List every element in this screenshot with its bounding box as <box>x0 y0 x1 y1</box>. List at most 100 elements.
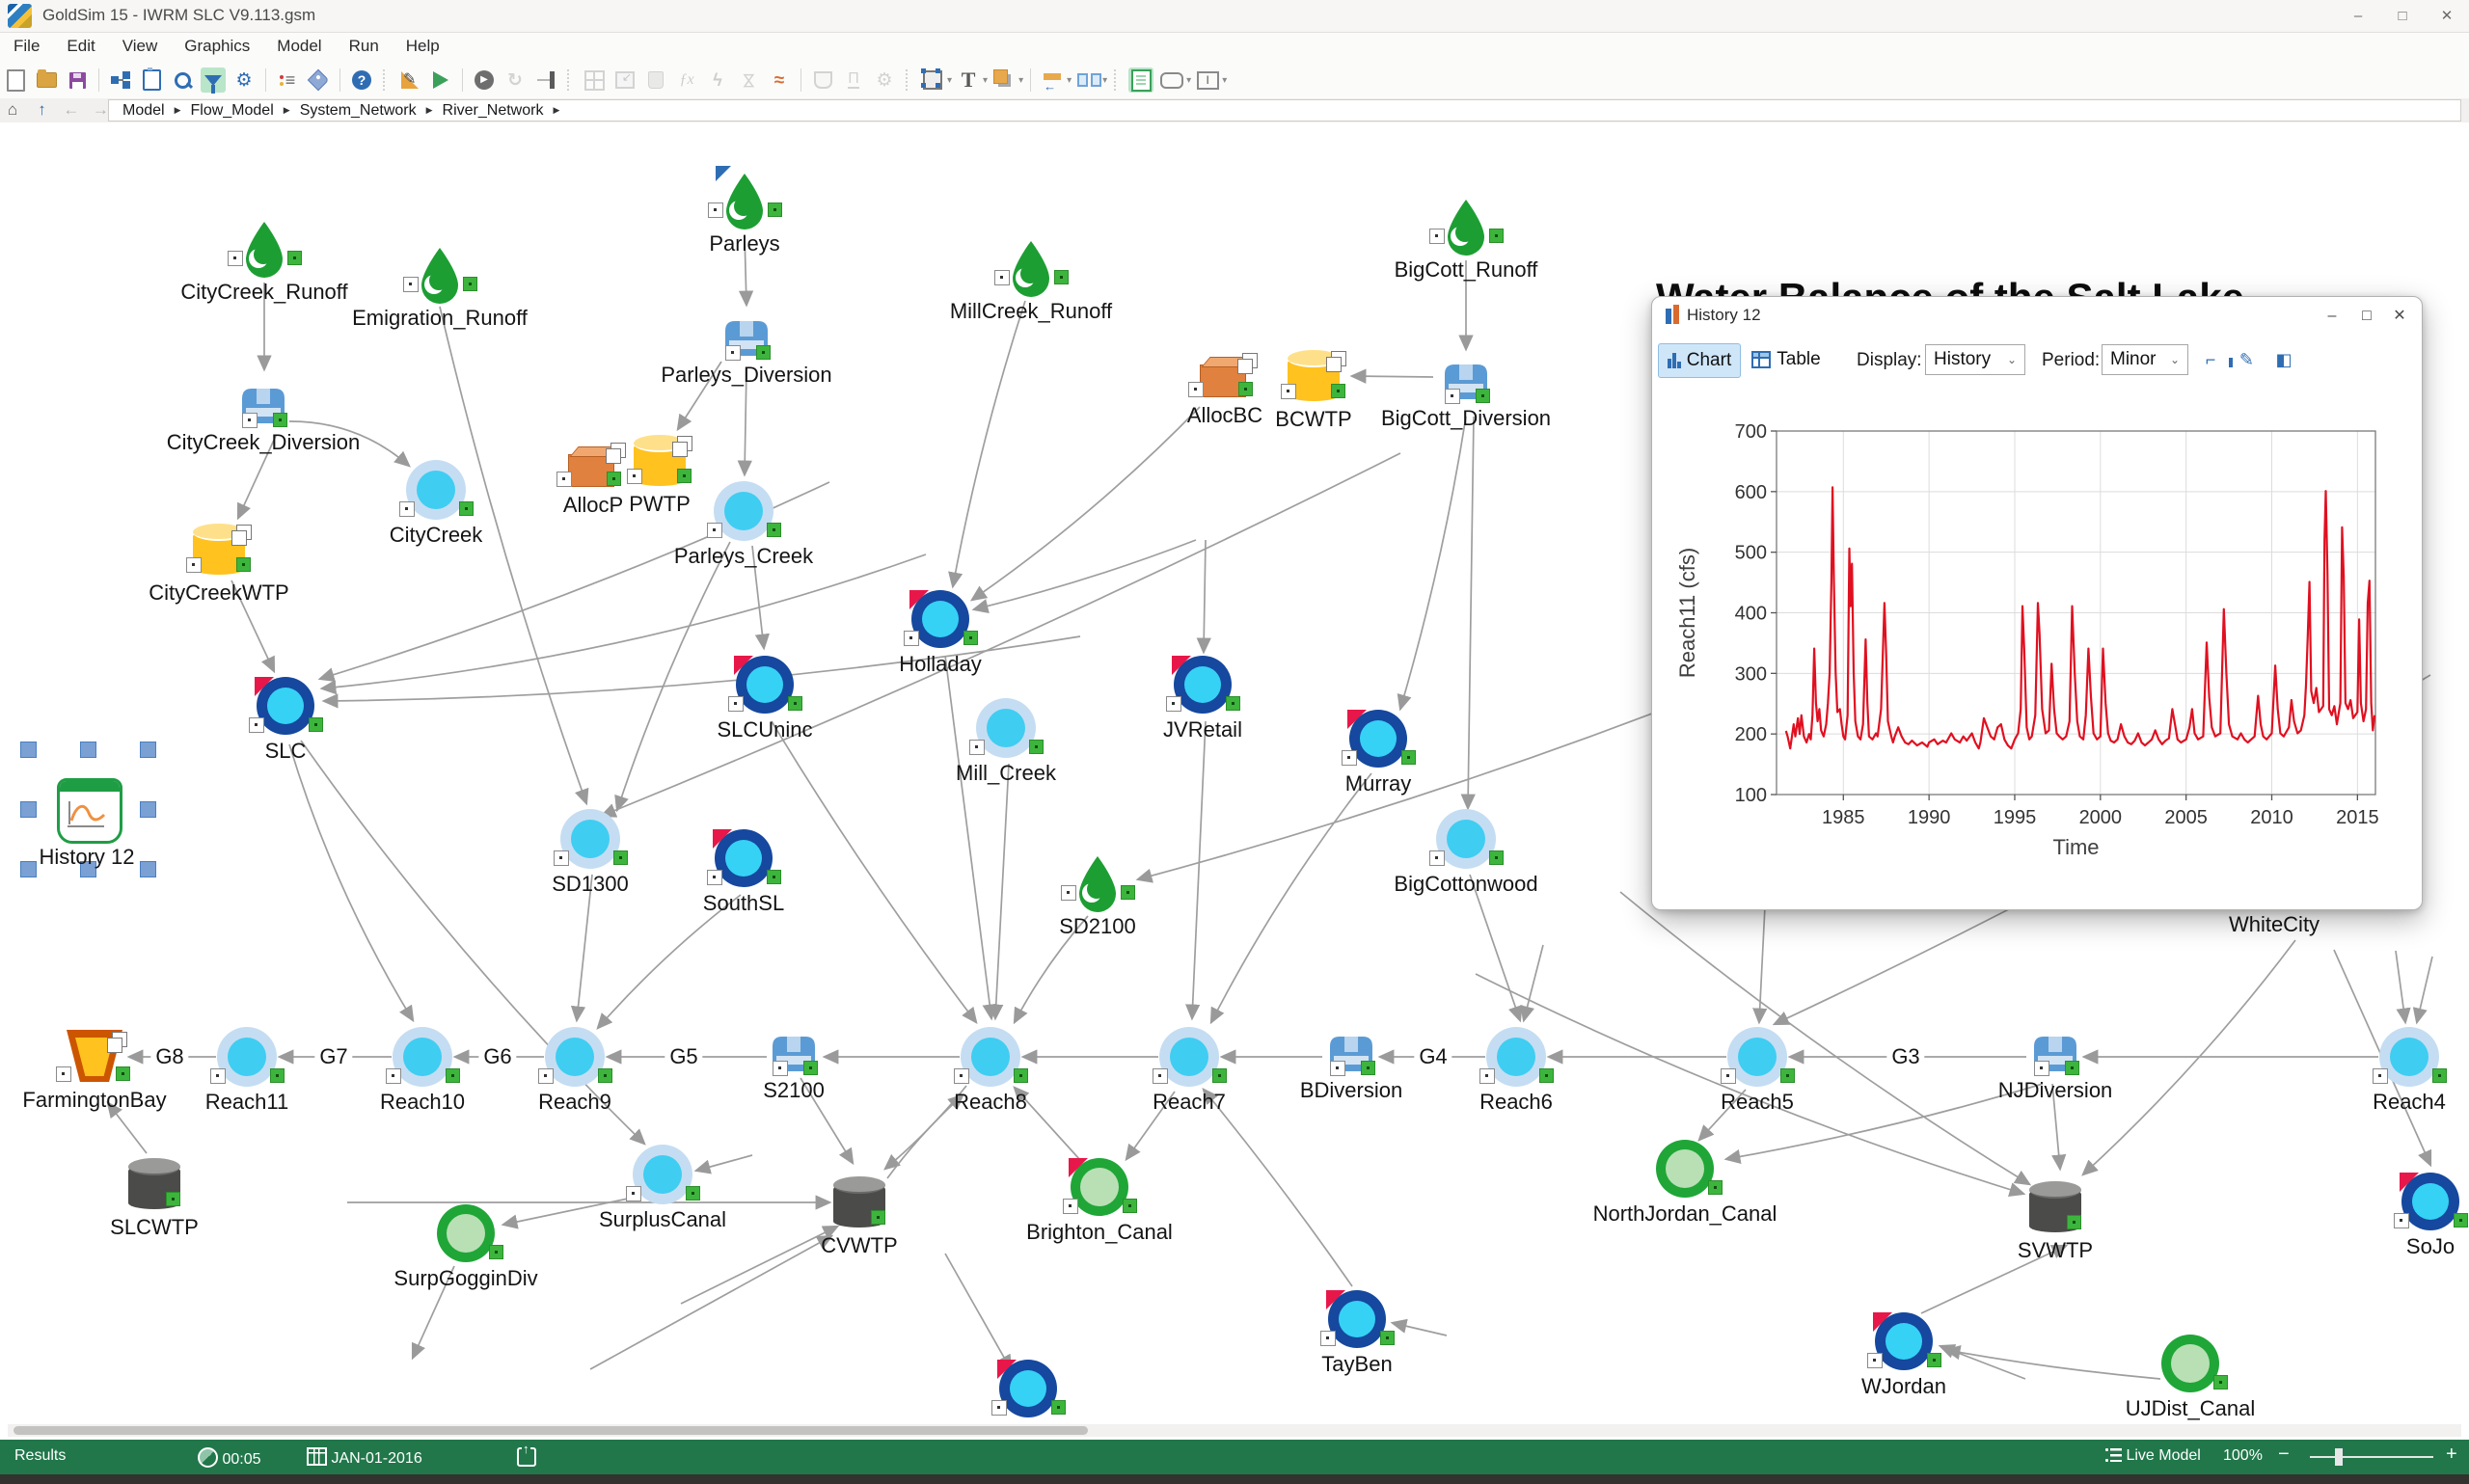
chart-edit-icon[interactable]: ✎ <box>2229 347 2254 372</box>
time-slider[interactable] <box>533 67 558 93</box>
menu-model[interactable]: Model <box>263 33 335 60</box>
up-icon[interactable]: ↑ <box>29 98 54 121</box>
draw-rect-icon[interactable] <box>920 67 945 93</box>
output-port <box>1927 1353 1941 1367</box>
menu-file[interactable]: File <box>0 33 53 60</box>
history12-minimize-button[interactable]: – <box>2316 303 2348 330</box>
new-file-icon[interactable] <box>3 67 28 93</box>
selection-handle[interactable] <box>20 801 37 818</box>
minimize-button[interactable]: – <box>2336 0 2380 32</box>
report-icon[interactable] <box>1128 67 1153 93</box>
back-icon[interactable]: ← <box>59 98 84 121</box>
history12-maximize-button[interactable]: □ <box>2350 303 2383 330</box>
breadcrumb-item-flow_model[interactable]: Flow_Model <box>191 102 274 120</box>
skip-to-end-icon[interactable]: ▶ <box>472 67 497 93</box>
tag-icon[interactable] <box>306 67 331 93</box>
filter-icon[interactable] <box>201 67 226 93</box>
breadcrumb-item-river_network[interactable]: River_Network <box>443 102 544 120</box>
period-select[interactable]: Minor⌄ <box>2102 344 2188 375</box>
node-label-reach9: Reach9 <box>538 1090 611 1115</box>
input-port <box>386 1068 401 1084</box>
dropdown-arrow-icon[interactable]: ▾ <box>1067 75 1072 86</box>
horizontal-scrollbar[interactable] <box>8 1424 2461 1437</box>
run-mode: Live Model <box>2126 1447 2200 1464</box>
chart-tab[interactable]: Chart <box>1658 343 1741 378</box>
chart-options-icon[interactable]: ◧ <box>2271 347 2296 372</box>
node-label-reach7: Reach7 <box>1153 1090 1226 1115</box>
horizontal-scrollbar-thumb[interactable] <box>14 1426 1088 1435</box>
trash-icon[interactable] <box>643 67 668 93</box>
spacing-icon[interactable] <box>1075 67 1100 93</box>
notes-icon[interactable] <box>139 67 164 93</box>
container-icon[interactable] <box>810 67 835 93</box>
zoom-in-button[interactable]: + <box>2446 1444 2457 1466</box>
node-label-emigration_runoff: Emigration_Runoff <box>352 306 528 331</box>
maximize-button[interactable]: □ <box>2380 0 2425 32</box>
menu-view[interactable]: View <box>109 33 172 60</box>
selection-handle[interactable] <box>140 801 156 818</box>
history12-window[interactable]: History 12 – □ ✕ Chart Table Display: Hi… <box>1651 296 2423 910</box>
y-tick-label: 300 <box>1735 663 1767 685</box>
shapes-icon[interactable] <box>991 67 1017 93</box>
function-icon[interactable]: ƒx <box>674 67 699 93</box>
selection-handle[interactable] <box>20 742 37 758</box>
node-label-ujdist_canal: UJDist_Canal <box>2126 1396 2256 1421</box>
dropdown-arrow-icon[interactable]: ▾ <box>1222 75 1227 86</box>
text-field-icon[interactable]: I <box>1195 67 1220 93</box>
breadcrumb-item-model[interactable]: Model <box>122 102 165 120</box>
menu-graphics[interactable]: Graphics <box>171 33 263 60</box>
node-label-citycreekwtp: CityCreekWTP <box>149 580 288 606</box>
x-tick-label: 1995 <box>1994 807 2037 828</box>
delay-icon[interactable]: ⋈ <box>736 67 761 93</box>
dropdown-arrow-icon[interactable]: ▾ <box>1102 75 1107 86</box>
insert-text-icon[interactable]: T <box>956 67 981 93</box>
dashboard-grid-icon[interactable] <box>582 67 607 93</box>
open-file-icon[interactable] <box>34 67 59 93</box>
toolbar-grip <box>567 69 573 91</box>
zoom-slider[interactable] <box>2310 1456 2433 1458</box>
browser-tree-icon[interactable] <box>108 67 133 93</box>
selection-handle[interactable] <box>140 861 156 877</box>
menu-edit[interactable]: Edit <box>53 33 108 60</box>
menu-run[interactable]: Run <box>336 33 393 60</box>
selection-handle[interactable] <box>20 861 37 877</box>
breadcrumb-item-system_network[interactable]: System_Network <box>300 102 417 120</box>
toolbar-grip <box>1114 69 1120 91</box>
selection-handle[interactable] <box>140 742 156 758</box>
dropdown-arrow-icon[interactable]: ▾ <box>983 75 988 86</box>
edit-mode-icon[interactable] <box>397 67 422 93</box>
axes-icon[interactable]: ⌐ <box>2198 347 2223 372</box>
close-button[interactable]: ✕ <box>2425 0 2469 32</box>
history12-close-button[interactable]: ✕ <box>2383 303 2416 330</box>
event-icon[interactable]: ϟ <box>705 67 730 93</box>
display-select[interactable]: History⌄ <box>1925 344 2025 375</box>
dropdown-arrow-icon[interactable]: ▾ <box>947 75 952 86</box>
save-file-icon[interactable] <box>65 67 90 93</box>
menu-help[interactable]: Help <box>393 33 453 60</box>
dropdown-arrow-icon[interactable]: ▾ <box>1186 75 1191 86</box>
run-model-icon[interactable] <box>428 67 453 93</box>
home-icon[interactable]: ⌂ <box>0 98 25 121</box>
result-chart-icon[interactable]: ≈ <box>767 67 792 93</box>
zoom-out-button[interactable]: − <box>2278 1444 2290 1466</box>
chevron-down-icon: ⌄ <box>2007 353 2017 366</box>
align-icon[interactable] <box>1040 67 1065 93</box>
options-gear-icon[interactable]: ⚙ <box>231 67 257 93</box>
table-tab[interactable]: Table <box>1745 343 1828 376</box>
search-icon[interactable] <box>170 67 195 93</box>
connector-arrow <box>681 1227 837 1304</box>
history12-titlebar[interactable]: History 12 – □ ✕ <box>1652 297 2422 336</box>
export-icon[interactable] <box>517 1447 536 1467</box>
run-log-icon[interactable]: ≡ <box>275 67 300 93</box>
output-port <box>768 202 782 217</box>
import-icon[interactable] <box>612 67 638 93</box>
output-port <box>963 631 978 645</box>
auto-gear-icon[interactable]: ⚙ <box>872 67 897 93</box>
selection-handle[interactable] <box>80 742 96 758</box>
help-icon[interactable]: ? <box>349 67 374 93</box>
reset-icon[interactable]: ↻ <box>502 67 528 93</box>
zoom-slider-thumb[interactable] <box>2335 1448 2343 1466</box>
dropdown-arrow-icon[interactable]: ▾ <box>1018 75 1023 86</box>
rounded-rect-icon[interactable] <box>1159 67 1184 93</box>
institution-icon[interactable]: Π <box>841 67 866 93</box>
